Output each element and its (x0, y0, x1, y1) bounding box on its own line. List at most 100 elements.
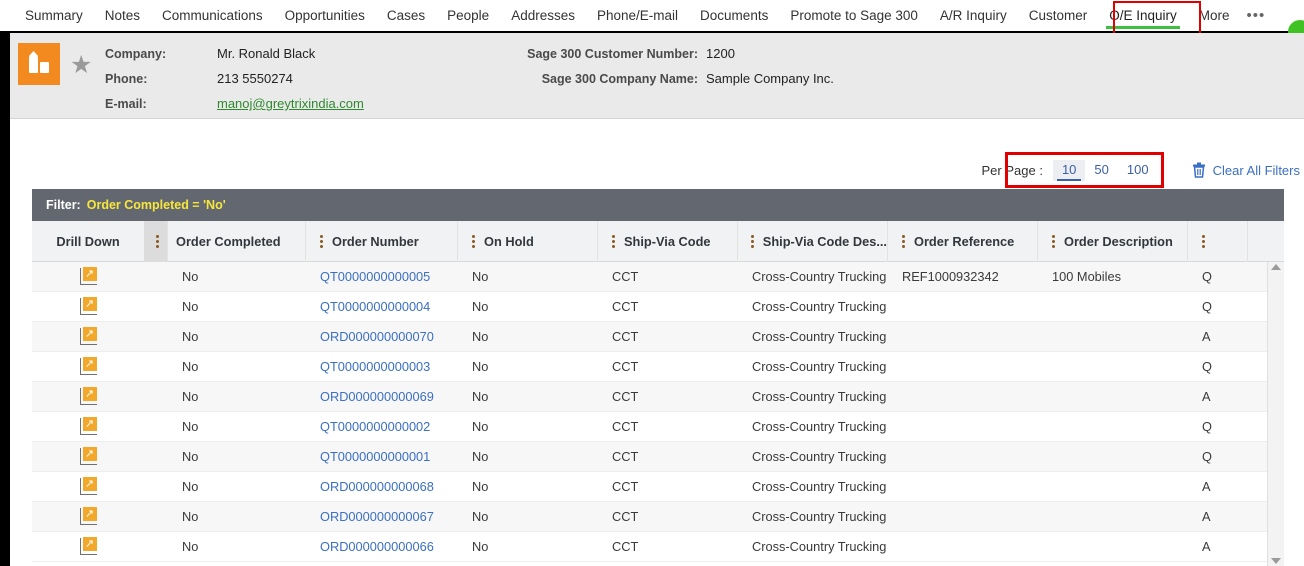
extra-column-cell: A (1202, 389, 1211, 404)
grid-vertical-scrollbar[interactable] (1267, 262, 1284, 566)
row-spacer (144, 322, 168, 352)
drill-down-cell[interactable]: ↗ (32, 292, 144, 322)
scroll-up-arrow-icon[interactable] (1271, 264, 1281, 270)
drill-down-icon[interactable]: ↗ (79, 477, 97, 495)
tab-people[interactable]: People (436, 0, 500, 31)
drill-down-icon[interactable]: ↗ (79, 267, 97, 285)
tab-o-e-inquiry[interactable]: O/E Inquiry (1098, 0, 1188, 31)
column-menu-icon[interactable] (466, 235, 480, 248)
drill-down-cell[interactable]: ↗ (32, 502, 144, 532)
tab-label: Phone/E-mail (597, 8, 679, 23)
drill-down-icon[interactable]: ↗ (79, 327, 97, 345)
table-row[interactable]: ↗ No QT0000000000005 No CCT Cross-Country Tru… (32, 262, 1284, 292)
tab-promote-to-sage-300[interactable]: Promote to Sage 300 (779, 0, 929, 31)
tab-summary[interactable]: Summary (14, 0, 94, 31)
row-spacer (144, 412, 168, 442)
field-company-value: Mr. Ronald Black (217, 46, 316, 61)
tab-phone-e-mail[interactable]: Phone/E-mail (586, 0, 689, 31)
table-row[interactable]: ↗ No ORD000000000069 No CCT Cross-Country Tru… (32, 382, 1284, 412)
tab-a-r-inquiry[interactable]: A/R Inquiry (929, 0, 1018, 31)
column-header-drill-down[interactable]: Drill Down (32, 221, 144, 262)
column-menu-icon[interactable] (1196, 235, 1210, 248)
column-menu-icon[interactable] (896, 235, 910, 248)
tab-more[interactable]: More (1188, 0, 1241, 31)
order-number-cell[interactable]: ORD000000000069 (306, 382, 458, 412)
order-number-cell[interactable]: QT0000000000004 (306, 292, 458, 322)
table-row[interactable]: ↗ No QT0000000000003 No CCT Cross-Country Tru… (32, 352, 1284, 382)
tab-cases[interactable]: Cases (376, 0, 436, 31)
column-menu-icon[interactable] (1046, 235, 1060, 248)
drill-down-cell[interactable]: ↗ (32, 532, 144, 562)
table-row[interactable]: ↗ No ORD000000000070 No CCT Cross-Country Tru… (32, 322, 1284, 352)
drill-down-cell[interactable]: ↗ (32, 322, 144, 352)
drill-down-icon[interactable]: ↗ (79, 297, 97, 315)
column-header-order-description[interactable]: Order Description (1038, 221, 1188, 262)
order-number-cell[interactable]: ORD000000000068 (306, 472, 458, 502)
table-row[interactable]: ↗ No ORD000000000067 No CCT Cross-Country Tru… (32, 502, 1284, 532)
column-menu-icon[interactable] (152, 235, 163, 248)
drill-down-cell[interactable]: ↗ (32, 352, 144, 382)
drill-down-cell[interactable]: ↗ (32, 262, 144, 292)
drill-down-icon[interactable]: ↗ (79, 537, 97, 555)
extra-column-cell: A (1202, 479, 1211, 494)
column-header-order-reference[interactable]: Order Reference (888, 221, 1038, 262)
order-reference-cell (888, 352, 1038, 382)
field-sage-customer-number-label: Sage 300 Customer Number: (527, 46, 698, 61)
star-icon[interactable]: ★ (70, 52, 96, 78)
column-header-order-completed[interactable]: Order Completed (168, 221, 306, 262)
drill-down-cell[interactable]: ↗ (32, 472, 144, 502)
ship-via-description-cell: Cross-Country Trucking ... (752, 449, 888, 464)
per-page-option-50[interactable]: 50 (1085, 160, 1117, 181)
field-email-value[interactable]: manoj@greytrixindia.com (217, 96, 364, 111)
drill-down-icon[interactable]: ↗ (79, 507, 97, 525)
column-menu-icon-order-completed[interactable] (144, 221, 168, 262)
order-completed-cell: No (182, 389, 199, 404)
column-header-order-number[interactable]: Order Number (306, 221, 458, 262)
tab-opportunities[interactable]: Opportunities (274, 0, 376, 31)
order-number-cell[interactable]: ORD000000000067 (306, 502, 458, 532)
order-number-cell[interactable]: QT0000000000003 (306, 352, 458, 382)
tab-addresses[interactable]: Addresses (500, 0, 586, 31)
table-row[interactable]: ↗ No QT0000000000004 No CCT Cross-Country Tru… (32, 292, 1284, 322)
column-menu-icon[interactable] (314, 235, 328, 248)
drill-down-icon[interactable]: ↗ (79, 387, 97, 405)
order-number-cell[interactable]: QT0000000000002 (306, 412, 458, 442)
column-menu-icon[interactable] (606, 235, 620, 248)
drill-down-cell[interactable]: ↗ (32, 442, 144, 472)
order-description-cell (1038, 442, 1188, 472)
order-number-cell[interactable]: QT0000000000001 (306, 442, 458, 472)
order-number-cell[interactable]: ORD000000000066 (306, 532, 458, 562)
tab-customer[interactable]: Customer (1018, 0, 1099, 31)
clear-all-filters-button[interactable]: Clear All Filters (1192, 162, 1300, 178)
on-hold-cell: No (472, 299, 489, 314)
table-row[interactable]: ↗ No QT0000000000002 No CCT Cross-Country Tru… (32, 412, 1284, 442)
drill-down-icon[interactable]: ↗ (79, 447, 97, 465)
column-header-label: Order Reference (914, 234, 1015, 249)
ship-via-code-cell: CCT (612, 479, 639, 494)
order-number-cell[interactable]: QT0000000000005 (306, 262, 458, 292)
per-page-option-100[interactable]: 100 (1118, 160, 1158, 181)
drill-down-icon[interactable]: ↗ (79, 417, 97, 435)
drill-down-cell[interactable]: ↗ (32, 382, 144, 412)
drill-down-icon[interactable]: ↗ (79, 357, 97, 375)
order-completed-cell: No (182, 419, 199, 434)
table-row[interactable]: ↗ No ORD000000000066 No CCT Cross-Country Tru… (32, 532, 1284, 562)
tab-documents[interactable]: Documents (689, 0, 779, 31)
column-header-on-hold[interactable]: On Hold (458, 221, 598, 262)
extra-column-cell: Q (1202, 419, 1212, 434)
per-page-option-10[interactable]: 10 (1052, 159, 1086, 181)
ship-via-code-cell: CCT (612, 389, 639, 404)
order-number-cell[interactable]: ORD000000000070 (306, 322, 458, 352)
drill-down-cell[interactable]: ↗ (32, 412, 144, 442)
tab-notes[interactable]: Notes (94, 0, 151, 31)
table-row[interactable]: ↗ No QT0000000000001 No CCT Cross-Country Tru… (32, 442, 1284, 472)
table-row[interactable]: ↗ No ORD000000000068 No CCT Cross-Country Tru… (32, 472, 1284, 502)
column-header-ship-via-code-des[interactable]: Ship-Via Code Des... (738, 221, 888, 262)
tab-communications[interactable]: Communications (151, 0, 274, 31)
scroll-down-arrow-icon[interactable] (1271, 558, 1281, 564)
column-menu-icon[interactable] (746, 235, 759, 248)
ellipsis-icon[interactable]: ••• (1241, 0, 1272, 31)
on-hold-cell: No (472, 329, 489, 344)
column-header-ship-via-code[interactable]: Ship-Via Code (598, 221, 738, 262)
column-header-extra[interactable] (1188, 221, 1248, 262)
